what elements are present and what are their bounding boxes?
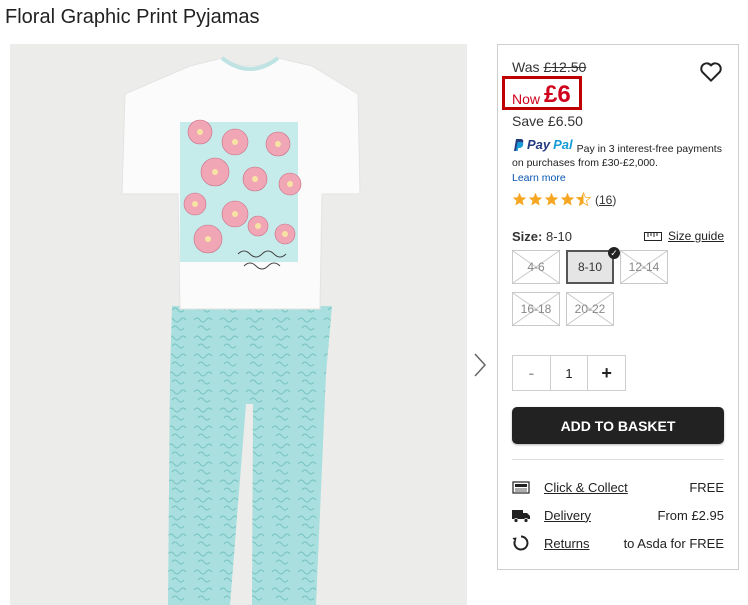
- buy-box: Was £12.50 Now £6 Save £6.50 Pay Pal Pay in…: [497, 44, 739, 570]
- delivery-price: From £2.95: [657, 507, 724, 523]
- delivery-option-click-collect: Click & Collect FREE: [512, 477, 724, 497]
- heart-icon: [700, 62, 722, 82]
- size-option-4-6[interactable]: 4-6: [512, 250, 560, 284]
- add-to-basket-button[interactable]: ADD TO BASKET: [512, 407, 724, 444]
- selected-check-icon: ✓: [608, 247, 620, 259]
- save-value: £6.50: [547, 113, 583, 129]
- was-label: Was: [512, 59, 540, 75]
- size-option-label: 12-14: [628, 260, 660, 274]
- star-full-icon: [528, 192, 543, 206]
- now-price: £6: [544, 81, 571, 108]
- selected-size: 8-10: [545, 229, 572, 244]
- product-title: Floral Graphic Print Pyjamas: [5, 6, 260, 28]
- delivery-option-returns: Returns to Asda for FREE: [512, 533, 724, 553]
- product-image: [10, 44, 467, 605]
- size-label: Size: 8-10: [512, 229, 572, 244]
- paypal-message: Pay Pal Pay in 3 interest-free payments o…: [512, 138, 732, 185]
- save-label: Save: [512, 113, 544, 129]
- size-option-label: 20-22: [574, 302, 606, 316]
- increase-quantity-button[interactable]: +: [588, 356, 625, 390]
- returns-price: to Asda for FREE: [623, 535, 724, 551]
- paypal-logo: Pay Pal: [512, 138, 573, 152]
- star-half-icon: [576, 192, 591, 207]
- size-option-label: 16-18: [520, 302, 552, 316]
- rating: (16): [512, 192, 616, 207]
- star-full-icon: [560, 192, 575, 206]
- star-full-icon: [512, 192, 527, 206]
- review-count[interactable]: (16): [595, 193, 616, 207]
- star-rating: [512, 192, 591, 207]
- returns-icon: [512, 535, 529, 551]
- paypal-logo-pay: Pay: [527, 137, 551, 152]
- ruler-icon: [643, 231, 662, 241]
- click-collect-icon: [512, 481, 530, 494]
- learn-more-link[interactable]: Learn more: [512, 171, 732, 185]
- star-full-icon: [544, 192, 559, 206]
- paypal-logo-pal: Pal: [553, 137, 573, 152]
- paypal-icon: [514, 139, 524, 151]
- click-collect-price: FREE: [689, 479, 724, 495]
- chevron-right-icon: [474, 353, 487, 377]
- pyjama-illustration: [121, 56, 361, 605]
- size-label-text: Size:: [512, 229, 543, 244]
- delivery-option-home: Delivery From £2.95: [512, 505, 724, 525]
- size-option-label: 8-10: [577, 260, 603, 274]
- wishlist-button[interactable]: [698, 59, 724, 85]
- size-option-16-18[interactable]: 16-18: [512, 292, 560, 326]
- returns-link[interactable]: Returns: [544, 536, 590, 551]
- was-amount: £12.50: [543, 59, 587, 75]
- size-option-20-22[interactable]: 20-22: [566, 292, 614, 326]
- save-amount: Save £6.50: [512, 113, 583, 129]
- quantity-value[interactable]: 1: [549, 356, 589, 390]
- now-label: Now: [512, 91, 541, 107]
- next-image-button[interactable]: [470, 350, 490, 380]
- click-collect-link[interactable]: Click & Collect: [544, 480, 628, 495]
- quantity-stepper: - 1 +: [512, 355, 626, 391]
- size-option-8-10[interactable]: 8-10: [566, 250, 614, 284]
- size-option-12-14[interactable]: 12-14: [620, 250, 668, 284]
- review-count-value[interactable]: 16: [599, 193, 612, 207]
- size-guide-label[interactable]: Size guide: [668, 229, 724, 243]
- size-option-label: 4-6: [527, 260, 545, 274]
- size-guide-link[interactable]: Size guide: [643, 229, 724, 243]
- delivery-truck-icon: [512, 510, 530, 523]
- decrease-quantity-button[interactable]: -: [513, 356, 550, 390]
- divider: [512, 459, 724, 460]
- delivery-link[interactable]: Delivery: [544, 508, 591, 523]
- was-price: Was £12.50: [512, 59, 586, 75]
